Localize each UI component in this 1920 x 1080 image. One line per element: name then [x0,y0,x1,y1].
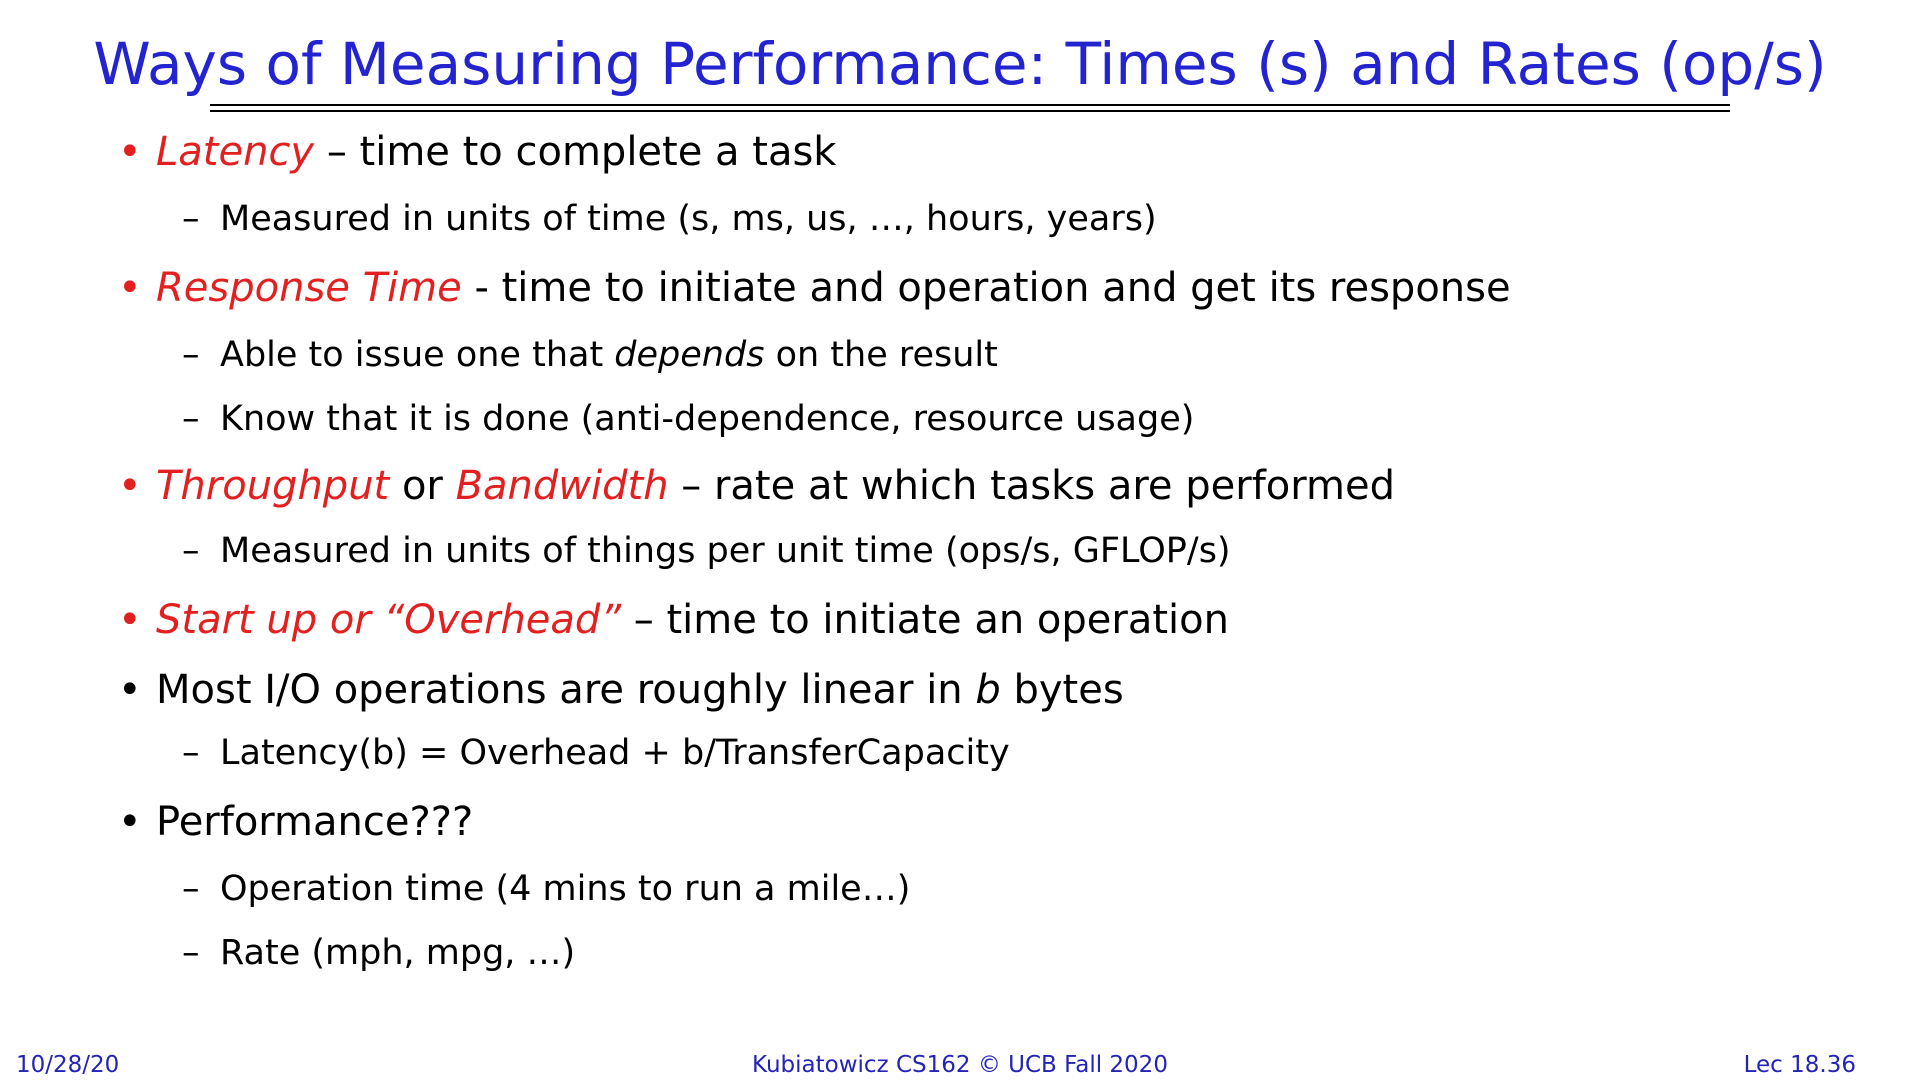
bullet-text: – time to initiate an operation [621,597,1229,643]
dash-marker: – [182,199,200,239]
sub-bullet-depends: – Able to issue one that depends on the r… [182,332,998,378]
dash-marker: – [182,733,200,773]
bullet-marker: • [118,667,142,713]
dash-marker: – [182,531,200,571]
bullet-text: – rate at which tasks are performed [668,463,1395,509]
term-throughput: Throughput [156,463,390,509]
bullet-marker: • [118,799,142,845]
sub-bullet-text: Know that it is done (anti-dependence, r… [220,399,1195,439]
bullet-text-post: bytes [1000,667,1124,713]
bullet-marker: • [118,265,142,311]
footer-course: Kubiatowicz CS162 © UCB Fall 2020 [752,1052,1168,1078]
dash-marker: – [182,335,200,375]
sub-bullet-latency-units: – Measured in units of time (s, ms, us, …… [182,196,1157,242]
sub-bullet-throughput-units: – Measured in units of things per unit ti… [182,528,1231,574]
emphasis-depends: depends [614,335,765,375]
bullet-response-time: • Response Time - time to initiate and op… [118,262,1511,314]
sub-bullet-text-post: on the result [764,335,998,375]
footer-lecture-number: Lec 18.36 [1743,1052,1856,1078]
bullet-text: – time to complete a task [314,129,837,175]
bullet-marker: • [118,129,142,175]
term-latency: Latency [156,129,315,175]
title-underline-bottom [210,110,1730,112]
connector-or: or [389,463,456,509]
bullet-marker: • [118,463,142,509]
sub-bullet-done: – Know that it is done (anti-dependence, … [182,396,1194,442]
footer-date: 10/28/20 [16,1052,120,1078]
sub-bullet-latency-formula: – Latency(b) = Overhead + b/TransferCapac… [182,730,1010,776]
dash-marker: – [182,933,200,973]
bullet-marker: • [118,597,142,643]
bullet-latency: • Latency – time to complete a task [118,126,836,178]
sub-bullet-text: Operation time (4 mins to run a mile…) [220,869,911,909]
dash-marker: – [182,869,200,909]
bullet-text-pre: Most I/O operations are roughly linear i… [156,667,976,713]
bullet-overhead: • Start up or “Overhead” – time to initia… [118,594,1229,646]
dash-marker: – [182,399,200,439]
term-bandwidth: Bandwidth [455,463,669,509]
sub-bullet-text: Rate (mph, mpg, …) [220,933,576,973]
bullet-io-linear: • Most I/O operations are roughly linear … [118,664,1124,716]
sub-bullet-text: Measured in units of things per unit tim… [220,531,1231,571]
bullet-throughput: • Throughput or Bandwidth – rate at which… [118,460,1395,512]
term-overhead: Start up or “Overhead” [156,597,622,643]
bullet-text: - time to initiate and operation and get… [461,265,1511,311]
sub-bullet-operation-time: – Operation time (4 mins to run a mile…) [182,866,910,912]
slide-title: Ways of Measuring Performance: Times (s)… [93,30,1827,98]
sub-bullet-text: Measured in units of time (s, ms, us, …,… [220,199,1157,239]
emphasis-b: b [975,667,1001,713]
bullet-text: Performance??? [156,799,474,845]
sub-bullet-rate: – Rate (mph, mpg, …) [182,930,575,976]
title-underline-top [210,104,1730,106]
bullet-performance: • Performance??? [118,796,473,848]
sub-bullet-text: Latency(b) = Overhead + b/TransferCapaci… [220,733,1010,773]
sub-bullet-text-pre: Able to issue one that [220,335,615,375]
term-response-time: Response Time [156,265,462,311]
